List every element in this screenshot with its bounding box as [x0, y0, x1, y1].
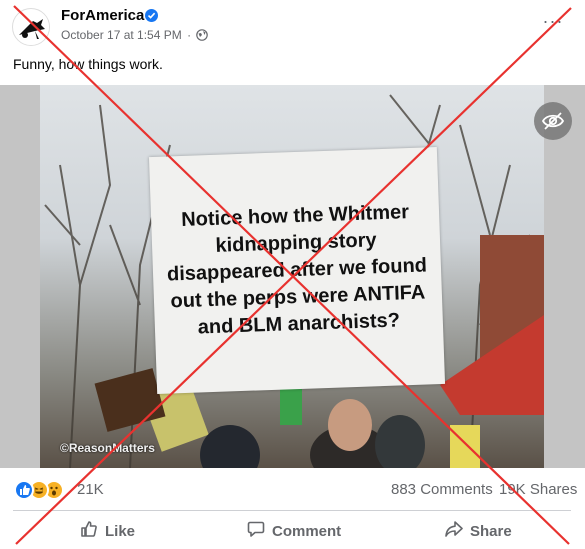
comment-icon: [247, 520, 265, 542]
shares-count[interactable]: 19K Shares: [499, 481, 577, 498]
post-text: Funny, how things work.: [13, 56, 163, 72]
meta-separator: ·: [187, 28, 192, 42]
post-meta: October 17 at 1:54 PM ·: [61, 28, 209, 44]
post-stats: 21K 883 Comments 19K Shares: [0, 476, 585, 504]
comment-label: Comment: [272, 522, 342, 540]
sign-text: Notice how the Whitmer kidnapping story …: [166, 201, 428, 339]
share-button[interactable]: Share: [445, 514, 512, 548]
protest-photo[interactable]: Notice how the Whitmer kidnapping story …: [40, 85, 544, 468]
photo-watermark: ©ReasonMatters: [60, 441, 155, 455]
comments-count[interactable]: 883 Comments: [391, 481, 493, 498]
globe-icon[interactable]: [196, 29, 209, 44]
post-header: ForAmerica October 17 at 1:54 PM · ···: [0, 0, 585, 52]
reaction-count[interactable]: 21K: [77, 481, 104, 498]
share-label: Share: [470, 522, 512, 540]
like-button[interactable]: Like: [80, 514, 135, 548]
reaction-icons[interactable]: [14, 480, 72, 500]
post-timestamp[interactable]: October 17 at 1:54 PM: [61, 28, 182, 42]
action-divider: [13, 510, 571, 511]
post-media[interactable]: Notice how the Whitmer kidnapping story …: [0, 85, 585, 468]
verified-badge-icon: [145, 9, 158, 22]
thumbs-up-icon: [80, 520, 98, 542]
more-options-button[interactable]: ···: [541, 12, 565, 34]
like-label: Like: [105, 522, 136, 540]
share-icon: [445, 520, 463, 542]
protest-sign: Notice how the Whitmer kidnapping story …: [148, 147, 446, 394]
action-bar: Like Comment Share: [0, 514, 585, 548]
like-reaction-icon: [14, 480, 34, 500]
comment-button[interactable]: Comment: [247, 514, 341, 548]
page-name[interactable]: ForAmerica: [61, 7, 144, 24]
page-avatar[interactable]: [12, 8, 50, 46]
eye-slash-icon[interactable]: [534, 102, 572, 140]
